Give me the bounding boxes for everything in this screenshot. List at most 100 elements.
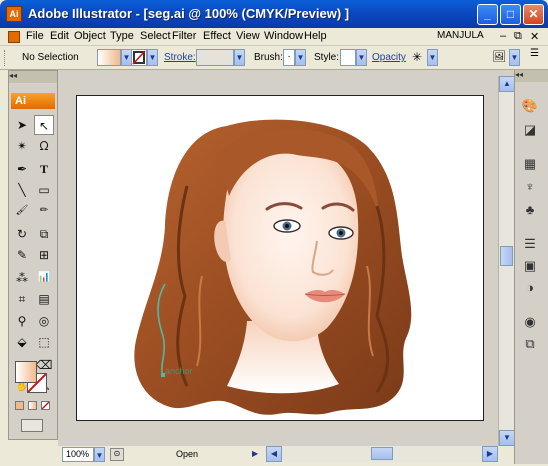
menu-select[interactable]: Select bbox=[140, 30, 171, 42]
stroke-panel-icon[interactable]: ☰ bbox=[519, 234, 541, 254]
menu-edit[interactable]: Edit bbox=[50, 30, 69, 42]
vertical-scrollbar[interactable]: ▲ ▼ bbox=[498, 76, 515, 446]
symbol-sprayer-tool-icon[interactable]: ⁂ bbox=[12, 268, 32, 288]
magic-wand-tool-icon[interactable]: ✴ bbox=[12, 136, 32, 156]
gradient-panel-icon[interactable]: ▣ bbox=[519, 256, 541, 276]
doc-minimize-button[interactable]: – bbox=[500, 30, 506, 42]
menu-window[interactable]: Window bbox=[264, 30, 303, 42]
minimize-button[interactable]: _ bbox=[477, 4, 498, 25]
selection-status: No Selection bbox=[22, 52, 79, 63]
color-guide-icon[interactable]: ◪ bbox=[519, 120, 541, 140]
swatches-icon[interactable]: ▦ bbox=[519, 154, 541, 174]
pencil-tool-icon[interactable]: ✏ bbox=[34, 201, 54, 221]
document-setup-arrow[interactable]: ▼ bbox=[509, 49, 520, 66]
scale-tool-icon[interactable]: ⧉ bbox=[34, 224, 54, 244]
scroll-down-button[interactable]: ▼ bbox=[499, 430, 515, 446]
selection-tool-icon[interactable]: ➤ bbox=[12, 115, 32, 135]
line-tool-icon[interactable]: ╲ bbox=[12, 180, 32, 200]
tools-panel: ◂◂ Ai ➤ ↖ ✴ ᘯ ✒ T ╲ ▭ 🖌 ✏ ↻ ⧉ ✎ ⊞ ⁂ 📊 ⌗ … bbox=[8, 70, 58, 440]
stroke-weight-arrow[interactable]: ▼ bbox=[234, 49, 245, 66]
maximize-button[interactable]: □ bbox=[500, 4, 521, 25]
brushes-icon[interactable]: ♆ bbox=[519, 177, 541, 197]
gradient-tool-icon[interactable]: ▤ bbox=[34, 289, 54, 309]
style-label: Style: bbox=[314, 52, 340, 63]
gradient-mode-button[interactable] bbox=[28, 401, 37, 410]
menu-effect[interactable]: Effect bbox=[203, 30, 231, 42]
pupil-left bbox=[285, 224, 289, 228]
menu-view[interactable]: View bbox=[236, 30, 260, 42]
fill-swatch[interactable] bbox=[97, 49, 121, 66]
fill-color-box[interactable] bbox=[15, 361, 37, 383]
horizontal-scrollbar[interactable]: ◀ ▶ bbox=[266, 446, 498, 462]
stroke-weight-field[interactable] bbox=[196, 49, 234, 66]
screen-mode-button[interactable] bbox=[21, 419, 43, 432]
warp-tool-icon[interactable]: ✎ bbox=[12, 245, 32, 265]
free-transform-tool-icon[interactable]: ⊞ bbox=[34, 245, 54, 265]
portrait-artwork[interactable] bbox=[77, 96, 483, 420]
lasso-tool-icon[interactable]: ᘯ bbox=[34, 136, 54, 156]
rotate-tool-icon[interactable]: ↻ bbox=[12, 224, 32, 244]
live-paint-bucket-icon[interactable]: ⬙ bbox=[12, 332, 32, 352]
menu-filter[interactable]: Filter bbox=[172, 30, 196, 42]
eyedropper-tool-icon[interactable]: ⚲ bbox=[12, 311, 32, 331]
control-bar: No Selection ▼ ▼ Stroke: ▼ Brush: · ▼ St… bbox=[0, 46, 548, 70]
blend-tool-icon[interactable]: ◎ bbox=[34, 311, 54, 331]
none-slash-icon bbox=[42, 402, 49, 409]
mesh-tool-icon[interactable]: ⌗ bbox=[12, 289, 32, 309]
doc-close-button[interactable]: ✕ bbox=[530, 30, 539, 43]
anchor-label: anchor bbox=[165, 366, 193, 376]
scroll-right-button[interactable]: ▶ bbox=[482, 446, 498, 462]
recolor-dropdown-arrow[interactable]: ▼ bbox=[427, 49, 438, 66]
dock-header[interactable]: ◂◂ bbox=[515, 70, 548, 82]
live-paint-selection-icon[interactable]: ⬚ bbox=[34, 332, 54, 352]
style-swatch[interactable] bbox=[340, 49, 356, 66]
scroll-left-button[interactable]: ◀ bbox=[266, 446, 282, 462]
close-button[interactable]: ✕ bbox=[523, 4, 544, 25]
type-tool-icon[interactable]: T bbox=[34, 159, 54, 179]
recolor-artwork-icon[interactable]: ✳ bbox=[412, 50, 426, 66]
menu-type[interactable]: Type bbox=[110, 30, 134, 42]
color-mode-button[interactable] bbox=[15, 401, 24, 410]
stroke-dropdown-arrow[interactable]: ▼ bbox=[147, 49, 158, 66]
layers-icon[interactable]: ⧉ bbox=[519, 334, 541, 354]
rectangle-tool-icon[interactable]: ▭ bbox=[34, 180, 54, 200]
eraser-tool-icon[interactable]: ⌫ bbox=[34, 355, 54, 375]
doc-restore-button[interactable]: ⧉ bbox=[514, 30, 522, 43]
vertical-scroll-thumb[interactable] bbox=[500, 246, 513, 266]
none-mode-button[interactable] bbox=[41, 401, 50, 410]
scroll-up-button[interactable]: ▲ bbox=[499, 76, 515, 92]
stroke-swatch[interactable] bbox=[131, 49, 147, 66]
brush-label: Brush: bbox=[254, 52, 283, 63]
canvas-area[interactable]: anchor bbox=[58, 70, 516, 446]
color-mode-buttons bbox=[13, 401, 53, 411]
no-stroke-icon bbox=[132, 50, 146, 65]
horizontal-scroll-thumb[interactable] bbox=[371, 447, 393, 460]
color-panel-icon[interactable]: 🎨 bbox=[519, 96, 541, 116]
stroke-link[interactable]: Stroke: bbox=[164, 52, 196, 63]
pen-tool-icon[interactable]: ✒ bbox=[12, 159, 32, 179]
paintbrush-tool-icon[interactable]: 🖌 bbox=[12, 201, 32, 221]
doc-icon[interactable] bbox=[8, 31, 20, 43]
transparency-icon[interactable]: ◑ bbox=[519, 278, 541, 298]
opacity-link[interactable]: Opacity bbox=[372, 52, 406, 63]
zoom-dropdown-arrow[interactable]: ▼ bbox=[94, 447, 105, 462]
menu-bar: File Edit Object Type Select Filter Effe… bbox=[0, 28, 548, 46]
graph-tool-icon[interactable]: 📊 bbox=[34, 268, 54, 288]
artboard-nav-icon[interactable]: ⊙ bbox=[110, 448, 124, 461]
menu-help[interactable]: Help bbox=[304, 30, 327, 42]
direct-selection-tool-icon[interactable]: ↖ bbox=[34, 115, 54, 135]
document-setup-icon[interactable]: 🖼 bbox=[492, 50, 508, 66]
menu-file[interactable]: File bbox=[26, 30, 44, 42]
brush-dropdown-arrow[interactable]: ▼ bbox=[295, 49, 306, 66]
status-bar: 100% ▼ ⊙ Open ▶ bbox=[58, 446, 266, 464]
zoom-level-field[interactable]: 100% bbox=[62, 447, 94, 462]
style-dropdown-arrow[interactable]: ▼ bbox=[356, 49, 367, 66]
status-menu-arrow[interactable]: ▶ bbox=[252, 449, 258, 458]
menu-object[interactable]: Object bbox=[74, 30, 106, 42]
symbols-icon[interactable]: ♣ bbox=[519, 200, 541, 220]
brush-field[interactable]: · bbox=[283, 49, 295, 66]
tools-panel-header[interactable]: ◂◂ bbox=[9, 71, 57, 83]
panel-menu-icon[interactable]: ☰ bbox=[530, 48, 539, 59]
appearance-icon[interactable]: ◉ bbox=[519, 312, 541, 332]
artboard[interactable]: anchor bbox=[76, 95, 484, 421]
